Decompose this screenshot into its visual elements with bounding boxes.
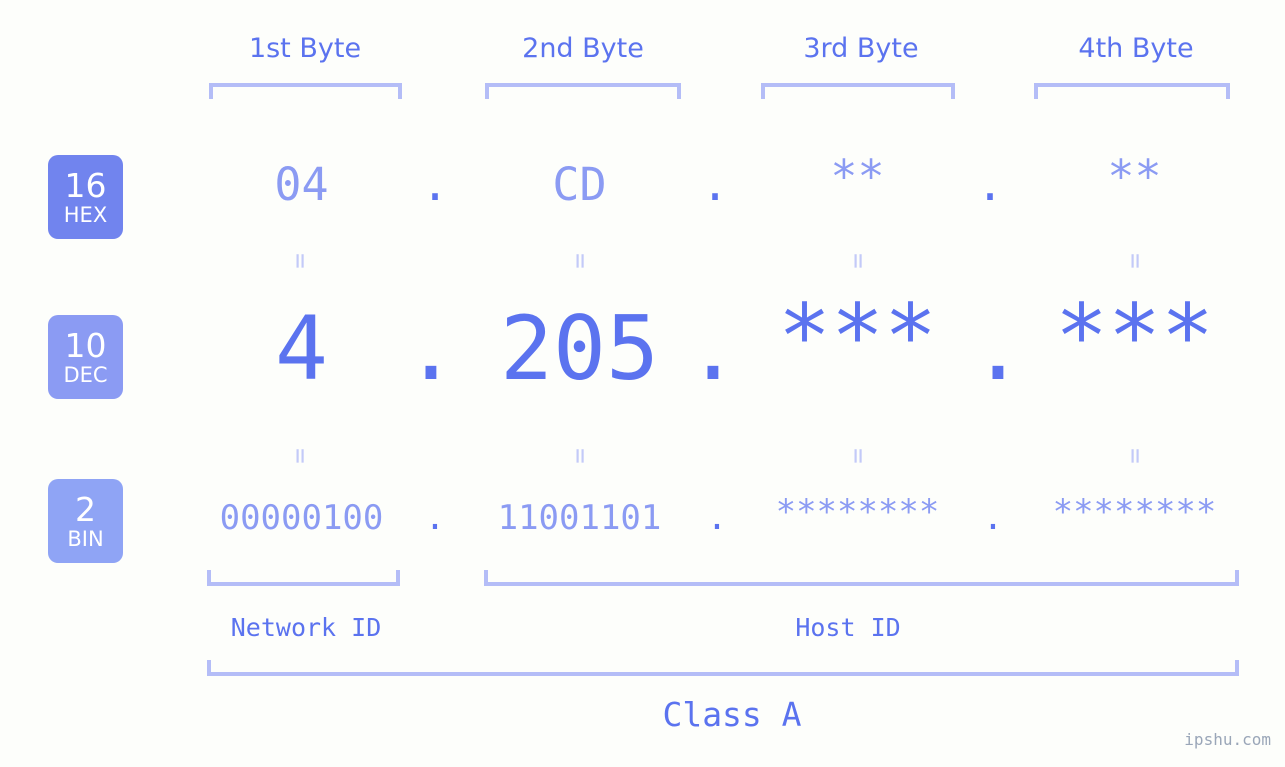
equals-hex-dec-1: = xyxy=(285,253,315,269)
hex-byte-1: 04 xyxy=(274,158,329,211)
byte-header-2: 2nd Byte xyxy=(522,33,644,64)
dec-separator-3: . xyxy=(971,297,1025,400)
byte-header-3: 3rd Byte xyxy=(803,33,919,64)
equals-hex-dec-2: = xyxy=(565,253,595,269)
base-badge-hex-label: HEX xyxy=(63,202,108,227)
equals-dec-bin-1: = xyxy=(285,448,315,464)
base-badge-bin-number: 2 xyxy=(75,489,96,529)
hex-byte-3: ** xyxy=(830,150,885,203)
host-id-label: Host ID xyxy=(795,613,901,642)
dec-separator-1: . xyxy=(404,297,458,400)
byte-header-1: 1st Byte xyxy=(248,33,362,64)
dec-byte-4: *** xyxy=(1055,285,1214,388)
base-badge-dec-number: 10 xyxy=(64,325,107,365)
base-badge-hex-number: 16 xyxy=(64,165,107,205)
equals-hex-dec-3: = xyxy=(843,253,873,269)
hex-byte-4: ** xyxy=(1107,150,1162,203)
equals-dec-bin-3: = xyxy=(843,448,873,464)
dec-byte-3: *** xyxy=(778,285,937,388)
hex-byte-2: CD xyxy=(552,158,607,211)
byte-bracket-top-2 xyxy=(485,83,681,99)
network-id-label: Network ID xyxy=(230,613,382,642)
byte-bracket-top-3 xyxy=(761,83,955,99)
bin-byte-3: ******** xyxy=(775,492,940,532)
byte-bracket-top-1 xyxy=(209,83,402,99)
dec-separator-2: . xyxy=(686,297,740,400)
base-badge-hex: 16 HEX xyxy=(48,155,123,239)
byte-bracket-top-4 xyxy=(1034,83,1230,99)
hex-separator-3: . xyxy=(976,158,1004,211)
base-badge-bin-label: BIN xyxy=(67,526,104,551)
equals-hex-dec-4: = xyxy=(1120,253,1150,269)
hex-separator-2: . xyxy=(701,158,729,211)
bin-byte-4: ******** xyxy=(1052,492,1217,532)
byte-header-4: 4th Byte xyxy=(1078,33,1194,64)
base-badge-bin: 2 BIN xyxy=(48,479,123,563)
ip-byte-diagram: 1st Byte 2nd Byte 3rd Byte 4th Byte 16 H… xyxy=(0,0,1285,767)
equals-dec-bin-2: = xyxy=(565,448,595,464)
base-badge-dec: 10 DEC xyxy=(48,315,123,399)
bin-separator-1: . xyxy=(424,498,446,538)
dec-byte-1: 4 xyxy=(275,297,328,400)
network-id-bracket xyxy=(207,570,400,586)
hex-separator-1: . xyxy=(421,158,449,211)
bin-separator-3: . xyxy=(982,498,1004,538)
bin-byte-2: 11001101 xyxy=(497,498,662,538)
base-badge-dec-label: DEC xyxy=(63,362,108,387)
host-id-bracket xyxy=(484,570,1239,586)
dec-byte-2: 205 xyxy=(500,297,659,400)
bin-separator-2: . xyxy=(706,498,728,538)
class-bracket xyxy=(207,660,1239,676)
equals-dec-bin-4: = xyxy=(1120,448,1150,464)
bin-byte-1: 00000100 xyxy=(219,498,384,538)
watermark: ipshu.com xyxy=(1184,730,1271,749)
class-label: Class A xyxy=(662,695,802,734)
